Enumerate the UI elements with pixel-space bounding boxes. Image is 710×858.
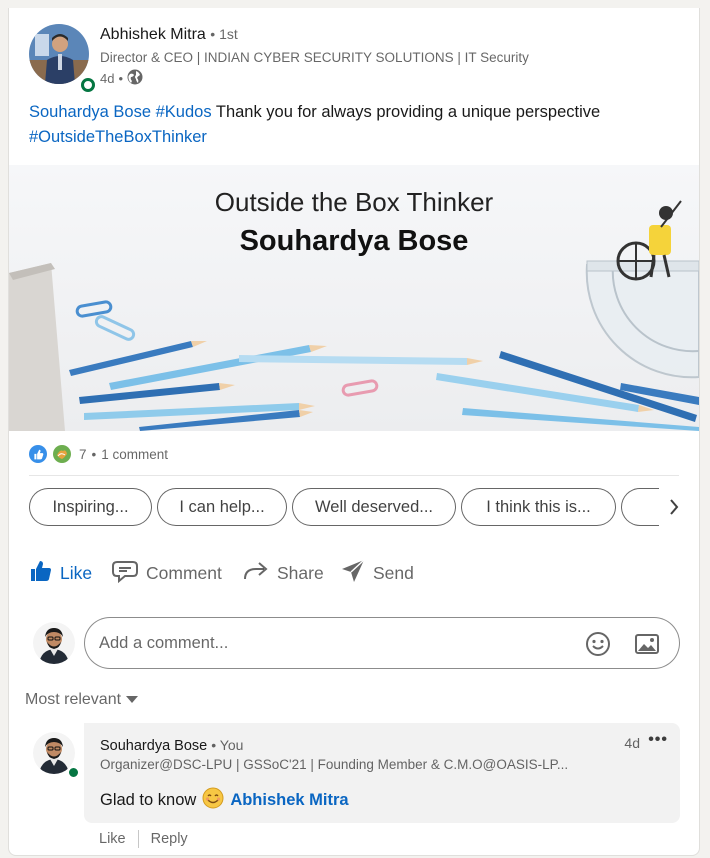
image-icon[interactable]: [634, 631, 660, 662]
thumbs-up-icon: [29, 559, 53, 588]
comments-count[interactable]: 1 comment: [101, 447, 168, 462]
share-button[interactable]: Share: [242, 556, 324, 590]
suggestion-chip[interactable]: I can help...: [157, 488, 287, 526]
globe-icon: [127, 69, 143, 88]
post-meta: 4d •: [100, 69, 143, 88]
sort-dropdown[interactable]: Most relevant: [25, 691, 139, 709]
chevron-right-icon[interactable]: [659, 488, 689, 526]
banner-title: Outside the Box Thinker: [214, 187, 494, 217]
suggestion-chip[interactable]: I think this is...: [461, 488, 616, 526]
suggestion-chip[interactable]: Well deserved...: [292, 488, 456, 526]
comment-time: 4d: [624, 735, 640, 751]
smiling-face-emoji-icon: [202, 787, 224, 814]
send-label: Send: [373, 562, 414, 583]
commenter-name-row: Souhardya Bose • You: [100, 737, 243, 754]
my-avatar[interactable]: [33, 622, 75, 664]
comment-mention-link[interactable]: Abhishek Mitra: [230, 791, 348, 810]
comment-actions: Like Reply: [99, 830, 188, 848]
comment-bubble: Souhardya Bose • You Organizer@DSC-LPU |…: [84, 723, 680, 823]
divider: [137, 830, 139, 848]
post-body-text: Thank you for always providing a unique …: [211, 103, 601, 121]
author-name-row: Abhishek Mitra • 1st: [100, 26, 238, 44]
support-reaction-icon[interactable]: [53, 445, 71, 463]
comment-body: Glad to know: [100, 791, 197, 809]
author-name[interactable]: Abhishek Mitra: [100, 26, 206, 43]
divider: [29, 475, 679, 476]
send-button[interactable]: Send: [340, 556, 414, 590]
kudos-banner-image[interactable]: Outside the Box Thinker Souhardya Bose: [9, 165, 699, 431]
author-avatar[interactable]: [29, 24, 89, 84]
hashtag-kudos-link[interactable]: #Kudos: [156, 103, 212, 121]
comment-label: Comment: [146, 562, 222, 583]
comment-reply-button[interactable]: Reply: [151, 831, 188, 847]
post-time[interactable]: 4d: [100, 71, 114, 86]
banner-name: Souhardya Bose: [239, 225, 469, 257]
like-label: Like: [60, 562, 93, 583]
feed-post-card: Abhishek Mitra • 1st Director & CEO | IN…: [8, 8, 700, 856]
comment-button[interactable]: Comment: [111, 556, 222, 590]
commenter-online-indicator: [67, 766, 80, 779]
share-arrow-icon: [242, 559, 270, 588]
comment-text: Glad to know Abhishek Mitra: [100, 787, 349, 814]
social-counts: 7 • 1 comment: [29, 445, 168, 463]
like-reaction-icon[interactable]: [29, 445, 47, 463]
comment-icon: [111, 559, 139, 588]
author-headline: Director & CEO | INDIAN CYBER SECURITY S…: [100, 50, 529, 65]
caret-down-icon: [125, 691, 139, 709]
count-separator: •: [91, 446, 97, 462]
sort-label: Most relevant: [25, 691, 122, 708]
suggestion-chip-partial[interactable]: [621, 488, 661, 526]
hashtag-outside-the-box-link[interactable]: #OutsideTheBoxThinker: [29, 128, 207, 146]
send-icon: [340, 558, 366, 589]
emoji-icon[interactable]: [585, 631, 611, 662]
connection-degree: • 1st: [210, 26, 238, 42]
post-text: Souhardya Bose #Kudos Thank you for alwa…: [29, 100, 679, 150]
online-status-indicator: [81, 78, 95, 92]
reactions-count[interactable]: 7: [79, 447, 87, 462]
you-badge: • You: [211, 737, 244, 753]
comment-input[interactable]: [99, 618, 569, 668]
share-label: Share: [277, 562, 324, 583]
post-mention-link[interactable]: Souhardya Bose: [29, 103, 151, 121]
commenter-name[interactable]: Souhardya Bose: [100, 738, 207, 754]
like-button[interactable]: Like: [29, 556, 92, 590]
more-options-icon[interactable]: •••: [648, 731, 668, 749]
suggestion-chip[interactable]: Inspiring...: [29, 488, 152, 526]
comment-composer[interactable]: [84, 617, 680, 669]
comment-like-button[interactable]: Like: [99, 831, 126, 847]
commenter-headline: Organizer@DSC-LPU | GSSoC'21 | Founding …: [100, 757, 569, 772]
